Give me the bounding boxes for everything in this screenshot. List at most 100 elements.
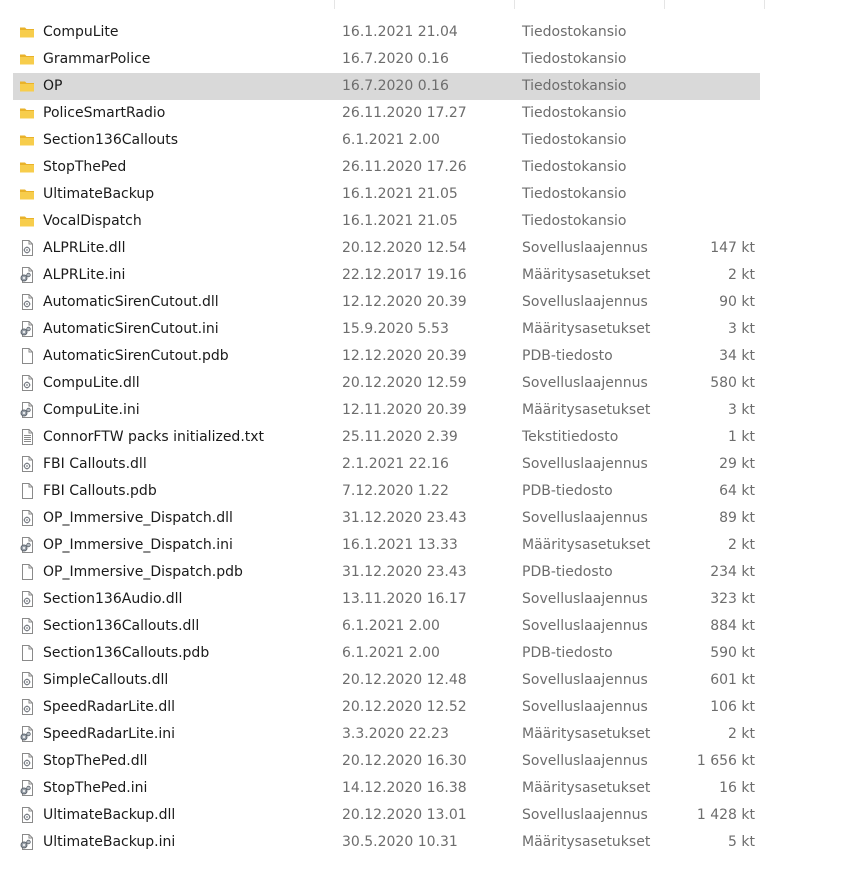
file-row[interactable]: VocalDispatch 16.1.2021 21.05 Tiedostokans…: [0, 208, 848, 235]
modified-date: 7.12.2020 1.22: [342, 483, 449, 499]
file-name: VocalDispatch: [43, 213, 142, 229]
ini-file-icon: [19, 780, 35, 796]
blank-file-icon: [19, 645, 35, 661]
file-row[interactable]: FBI Callouts.dll 2.1.2021 22.16 Sovellusla…: [0, 451, 848, 478]
file-size: 106 kt: [710, 699, 755, 715]
column-divider[interactable]: [764, 0, 765, 9]
modified-date: 12.12.2020 20.39: [342, 348, 467, 364]
file-type: Määritysasetukset: [522, 537, 651, 553]
file-row[interactable]: SimpleCallouts.dll 20.12.2020 12.48 Sovell…: [0, 667, 848, 694]
modified-date: 16.1.2021 21.05: [342, 213, 458, 229]
file-row[interactable]: AutomaticSirenCutout.pdb 12.12.2020 20.39…: [0, 343, 848, 370]
file-row[interactable]: SpeedRadarLite.ini 3.3.2020 22.23 Määritys…: [0, 721, 848, 748]
modified-date: 22.12.2017 19.16: [342, 267, 467, 283]
file-type: Määritysasetukset: [522, 780, 651, 796]
file-name: UltimateBackup.dll: [43, 807, 176, 823]
file-size: 64 kt: [719, 483, 755, 499]
file-row[interactable]: OP_Immersive_Dispatch.dll 31.12.2020 23.4…: [0, 505, 848, 532]
file-type: Tiedostokansio: [522, 24, 627, 40]
file-size: 2 kt: [728, 537, 755, 553]
blank-file-icon: [19, 564, 35, 580]
file-name: StopThePed: [43, 159, 127, 175]
modified-date: 16.1.2021 21.04: [342, 24, 458, 40]
file-name: CompuLite.ini: [43, 402, 140, 418]
file-row[interactable]: Section136Callouts.pdb 6.1.2021 2.00 PDB-t…: [0, 640, 848, 667]
modified-date: 12.12.2020 20.39: [342, 294, 467, 310]
file-row[interactable]: UltimateBackup.dll 20.12.2020 13.01 Sovell…: [0, 802, 848, 829]
modified-date: 3.3.2020 22.23: [342, 726, 449, 742]
file-row[interactable]: ALPRLite.ini 22.12.2017 19.16 Määritysaset…: [0, 262, 848, 289]
file-name: UltimateBackup.ini: [43, 834, 176, 850]
file-type: Sovelluslaajennus: [522, 753, 648, 769]
file-name: SpeedRadarLite.dll: [43, 699, 176, 715]
file-type: Tiedostokansio: [522, 105, 627, 121]
file-type: Sovelluslaajennus: [522, 672, 648, 688]
file-row[interactable]: StopThePed.ini 14.12.2020 16.38 Määritysas…: [0, 775, 848, 802]
dll-file-icon: [19, 375, 35, 391]
file-name: CompuLite.dll: [43, 375, 140, 391]
file-type: PDB-tiedosto: [522, 348, 613, 364]
file-row[interactable]: FBI Callouts.pdb 7.12.2020 1.22 PDB-tiedos…: [0, 478, 848, 505]
modified-date: 30.5.2020 10.31: [342, 834, 458, 850]
column-divider[interactable]: [514, 0, 515, 9]
file-type: PDB-tiedosto: [522, 645, 613, 661]
file-size: 1 428 kt: [696, 807, 755, 823]
file-size: 601 kt: [710, 672, 755, 688]
file-row[interactable]: StopThePed 26.11.2020 17.26 Tiedostokansio: [0, 154, 848, 181]
file-row[interactable]: UltimateBackup.ini 30.5.2020 10.31 Määrity…: [0, 829, 848, 856]
file-row[interactable]: ALPRLite.dll 20.12.2020 12.54 Sovelluslaaj…: [0, 235, 848, 262]
file-type: Tiedostokansio: [522, 186, 627, 202]
file-size: 590 kt: [710, 645, 755, 661]
file-type: Sovelluslaajennus: [522, 240, 648, 256]
file-type: Sovelluslaajennus: [522, 294, 648, 310]
modified-date: 6.1.2021 2.00: [342, 132, 440, 148]
file-row[interactable]: AutomaticSirenCutout.ini 15.9.2020 5.53 Mä…: [0, 316, 848, 343]
file-type: Sovelluslaajennus: [522, 699, 648, 715]
ini-file-icon: [19, 267, 35, 283]
modified-date: 16.7.2020 0.16: [342, 78, 449, 94]
file-size: 3 kt: [728, 402, 755, 418]
file-row[interactable]: OP 16.7.2020 0.16 Tiedostokansio: [0, 73, 848, 100]
dll-file-icon: [19, 753, 35, 769]
file-name: AutomaticSirenCutout.dll: [43, 294, 219, 310]
file-name: AutomaticSirenCutout.pdb: [43, 348, 229, 364]
file-row[interactable]: PoliceSmartRadio 26.11.2020 17.27 Tiedosto…: [0, 100, 848, 127]
file-row[interactable]: Section136Audio.dll 13.11.2020 16.17 Sovel…: [0, 586, 848, 613]
modified-date: 13.11.2020 16.17: [342, 591, 467, 607]
file-row[interactable]: StopThePed.dll 20.12.2020 16.30 Sovellusla…: [0, 748, 848, 775]
file-row[interactable]: CompuLite.dll 20.12.2020 12.59 Sovelluslaa…: [0, 370, 848, 397]
file-type: Tekstitiedosto: [522, 429, 619, 445]
folder-icon: [19, 51, 35, 67]
file-row[interactable]: ConnorFTW packs initialized.txt 25.11.202…: [0, 424, 848, 451]
file-type: Sovelluslaajennus: [522, 807, 648, 823]
modified-date: 6.1.2021 2.00: [342, 618, 440, 634]
modified-date: 31.12.2020 23.43: [342, 564, 467, 580]
folder-icon: [19, 132, 35, 148]
file-size: 323 kt: [710, 591, 755, 607]
file-row[interactable]: OP_Immersive_Dispatch.pdb 31.12.2020 23.4…: [0, 559, 848, 586]
file-row[interactable]: GrammarPolice 16.7.2020 0.16 Tiedostokansi…: [0, 46, 848, 73]
file-type: Sovelluslaajennus: [522, 375, 648, 391]
file-row[interactable]: CompuLite.ini 12.11.2020 20.39 Määritysase…: [0, 397, 848, 424]
file-row[interactable]: UltimateBackup 16.1.2021 21.05 Tiedostokan…: [0, 181, 848, 208]
file-row[interactable]: Section136Callouts 6.1.2021 2.00 Tiedostok…: [0, 127, 848, 154]
file-size: 1 656 kt: [696, 753, 755, 769]
file-row[interactable]: SpeedRadarLite.dll 20.12.2020 12.52 Sovell…: [0, 694, 848, 721]
modified-date: 20.12.2020 16.30: [342, 753, 467, 769]
folder-icon: [19, 105, 35, 121]
file-size: 147 kt: [710, 240, 755, 256]
file-type: Määritysasetukset: [522, 726, 651, 742]
file-row[interactable]: AutomaticSirenCutout.dll 12.12.2020 20.39…: [0, 289, 848, 316]
modified-date: 20.12.2020 13.01: [342, 807, 467, 823]
file-row[interactable]: Section136Callouts.dll 6.1.2021 2.00 Sovel…: [0, 613, 848, 640]
file-size: 234 kt: [710, 564, 755, 580]
file-row[interactable]: CompuLite 16.1.2021 21.04 Tiedostokansio: [0, 19, 848, 46]
column-divider[interactable]: [664, 0, 665, 9]
file-row[interactable]: OP_Immersive_Dispatch.ini 16.1.2021 13.33…: [0, 532, 848, 559]
file-name: ALPRLite.dll: [43, 240, 126, 256]
file-name: FBI Callouts.pdb: [43, 483, 157, 499]
modified-date: 16.1.2021 21.05: [342, 186, 458, 202]
status-bar-remnant: [0, 876, 14, 885]
file-name: SimpleCallouts.dll: [43, 672, 169, 688]
column-divider[interactable]: [334, 0, 335, 9]
